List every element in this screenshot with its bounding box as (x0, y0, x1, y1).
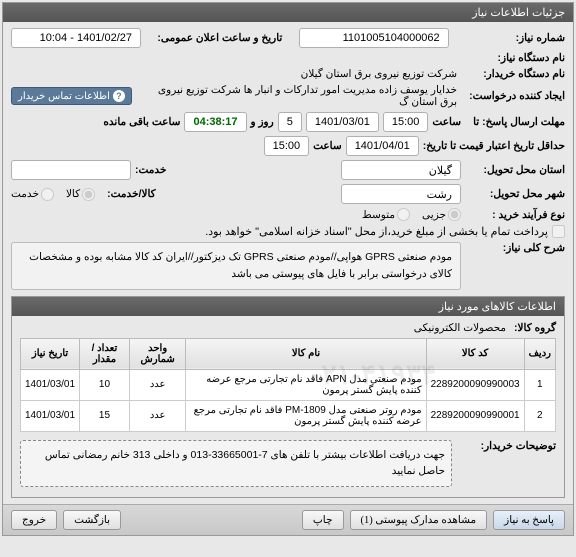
items-table: ردیف کد کالا نام کالا واحد شمارش تعداد /… (20, 338, 556, 432)
row-number: شماره نیاز: 1101005104000062 تاریخ و ساع… (11, 28, 565, 48)
cell-code: 2289200090990001 (426, 400, 524, 431)
radio-medium[interactable] (397, 208, 410, 221)
cell-unit: عدد (129, 400, 186, 431)
cell-date: 1401/03/01 (21, 400, 80, 431)
buyer-value: شرکت توزیع نیروی برق استان گیلان (297, 68, 461, 80)
service-value (11, 160, 131, 180)
radio-khidmat[interactable] (41, 188, 54, 201)
province-value: گیلان (341, 160, 461, 180)
table-header-row: ردیف کد کالا نام کالا واحد شمارش تعداد /… (21, 338, 556, 369)
row-desc: شرح کلی نیاز: مودم صنعتی GPRS هواپی//مود… (11, 242, 565, 290)
radio-partial-label[interactable]: جزیی (422, 208, 461, 221)
device-label: نام دستگاه نیاز: (465, 52, 565, 64)
process-group: جزیی متوسط (362, 208, 461, 221)
col-unit: واحد شمارش (129, 338, 186, 369)
row-requester: ایجاد کننده درخواست: خدایار یوسف زاده مد… (11, 84, 565, 108)
table-row[interactable]: 2 2289200090990001 مودم روتر صنعتی مدل P… (21, 400, 556, 431)
announce-value: 1401/02/27 - 10:04 (11, 28, 141, 48)
col-code: کد کالا (426, 338, 524, 369)
deadline-label: حداقل تاریخ اعتبار قیمت تا تاریخ: (423, 140, 565, 152)
response-hour: 15:00 (383, 112, 429, 132)
cell-qty: 15 (80, 400, 130, 431)
deadline-date: 1401/04/01 (346, 136, 419, 156)
radio-partial[interactable] (448, 208, 461, 221)
payment-checkbox[interactable] (552, 225, 565, 238)
day-label: روز و (251, 116, 274, 128)
cell-code: 2289200090990003 (426, 369, 524, 400)
main-panel: جزئیات اطلاعات نیاز شماره نیاز: 11010051… (2, 2, 574, 536)
col-name: نام کالا (186, 338, 426, 369)
service-label: خدمت: (135, 164, 166, 176)
main-header: جزئیات اطلاعات نیاز (3, 3, 573, 22)
print-button[interactable]: چاپ (302, 510, 344, 530)
group-value: محصولات الکترونیکی (410, 322, 510, 334)
row-buyer: نام دستگاه خریدار: شرکت توزیع نیروی برق … (11, 68, 565, 80)
row-city: شهر محل تحویل: رشت کالا/خدمت: کالا خدمت (11, 184, 565, 204)
cell-idx: 2 (524, 400, 555, 431)
back-button[interactable]: بازگشت (63, 510, 121, 530)
province-label: استان محل تحویل: (465, 164, 565, 176)
desc-label: شرح کلی نیاز: (465, 242, 565, 254)
table-row[interactable]: 1 2289200090990003 مودم صنعتی مدل APN فا… (21, 369, 556, 400)
buyer-notes-label: توضیحات خریدار: (456, 440, 556, 452)
response-label: مهلت ارسال پاسخ: تا (465, 116, 565, 128)
exit-button[interactable]: خروج (11, 510, 57, 530)
cell-unit: عدد (129, 369, 186, 400)
row-response: مهلت ارسال پاسخ: تا ساعت 15:00 1401/03/0… (11, 112, 565, 132)
payment-note: پرداخت تمام یا بخشی از مبلغ خرید،از محل … (205, 225, 548, 238)
cell-qty: 10 (80, 369, 130, 400)
row-buyer-notes: توضیحات خریدار: جهت دریافت اطلاعات بیشتر… (20, 440, 556, 488)
city-label: شهر محل تحویل: (465, 188, 565, 200)
number-label: شماره نیاز: (465, 32, 565, 44)
payment-note-wrap: پرداخت تمام یا بخشی از مبلغ خرید،از محل … (205, 225, 565, 238)
group-label: گروه کالا: (514, 322, 556, 334)
footer-spacer (127, 510, 296, 530)
requester-label: ایجاد کننده درخواست: (465, 90, 565, 102)
announce-label: تاریخ و ساعت اعلان عمومی: (157, 32, 282, 44)
row-province: استان محل تحویل: گیلان خدمت: (11, 160, 565, 180)
col-qty: تعداد / مقدار (80, 338, 130, 369)
buyer-label: نام دستگاه خریدار: (465, 68, 565, 80)
item-type-label: کالا/خدمت: (107, 188, 156, 200)
cell-idx: 1 (524, 369, 555, 400)
row-device: نام دستگاه نیاز: (11, 52, 565, 64)
table-wrap: ۰۲۱-۴۱۹۳۴ ردیف کد کالا نام کالا واحد شما… (20, 338, 556, 432)
footer-bar: پاسخ به نیاز مشاهده مدارک پیوستی (1) چاپ… (3, 504, 573, 535)
attachments-button[interactable]: مشاهده مدارک پیوستی (1) (350, 510, 488, 530)
items-panel: اطلاعات کالاهای مورد نیاز گروه کالا: محص… (11, 296, 565, 499)
col-date: تاریخ نیاز (21, 338, 80, 369)
main-title: جزئیات اطلاعات نیاز (472, 7, 565, 19)
radio-khidmat-label[interactable]: خدمت (11, 188, 54, 201)
main-body: شماره نیاز: 1101005104000062 تاریخ و ساع… (3, 22, 573, 504)
process-label: نوع فرآیند خرید : (465, 209, 565, 221)
row-process: نوع فرآیند خرید : جزیی متوسط پرداخت تمام… (11, 208, 565, 238)
response-hour-label: ساعت (432, 116, 461, 128)
row-deadline: حداقل تاریخ اعتبار قیمت تا تاریخ: 1401/0… (11, 136, 565, 156)
radio-medium-label[interactable]: متوسط (362, 208, 410, 221)
remain-label: ساعت باقی مانده (103, 116, 180, 128)
item-type-group: کالا/خدمت: کالا خدمت (11, 188, 156, 201)
requester-value: خدایار یوسف زاده مدیریت امور تدارکات و ا… (136, 84, 461, 108)
remain-time: 04:38:17 (184, 112, 246, 132)
cell-name: مودم روتر صنعتی مدل PM-1809 فاقد نام تجا… (186, 400, 426, 431)
desc-text: مودم صنعتی GPRS هواپی//مودم صنعتی GPRS ت… (11, 242, 461, 290)
city-value: رشت (341, 184, 461, 204)
response-date: 1401/03/01 (306, 112, 379, 132)
deadline-hour-label: ساعت (313, 140, 342, 152)
items-body: گروه کالا: محصولات الکترونیکی ۰۲۱-۴۱۹۳۴ … (12, 316, 564, 498)
cell-name: مودم صنعتی مدل APN فاقد نام تجارتی مرجع … (186, 369, 426, 400)
radio-kala[interactable] (82, 188, 95, 201)
respond-button[interactable]: پاسخ به نیاز (493, 510, 565, 530)
col-idx: ردیف (524, 338, 555, 369)
deadline-hour: 15:00 (264, 136, 310, 156)
cell-date: 1401/03/01 (21, 369, 80, 400)
buyer-notes-text: جهت دریافت اطلاعات بیشتر با تلفن های 7-3… (20, 440, 452, 488)
days-left: 5 (278, 112, 302, 132)
contact-info-button[interactable]: اطلاعات تماس خریدار (11, 87, 132, 105)
number-value: 1101005104000062 (299, 28, 449, 48)
row-group: گروه کالا: محصولات الکترونیکی (20, 322, 556, 334)
radio-kala-label[interactable]: کالا (66, 188, 95, 201)
items-header: اطلاعات کالاهای مورد نیاز (12, 297, 564, 316)
